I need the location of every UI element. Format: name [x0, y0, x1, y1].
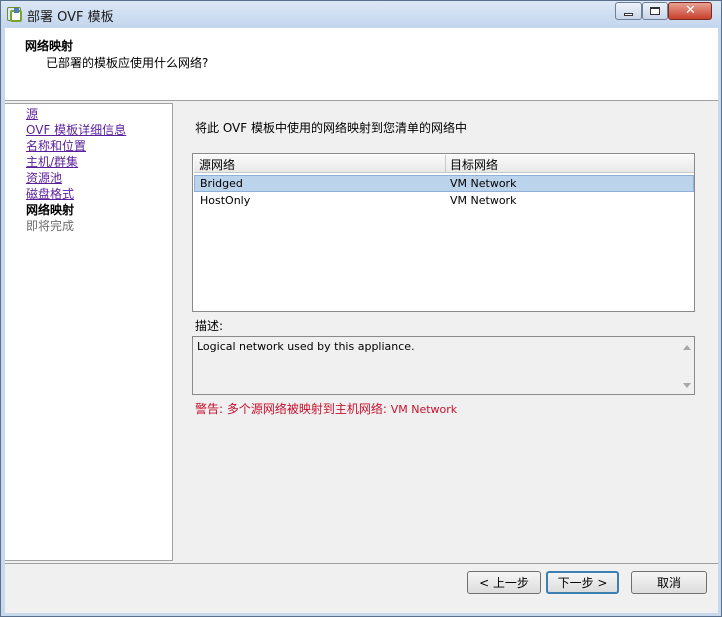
nav-step-ovf-details[interactable]: OVF 模板详细信息	[26, 123, 126, 138]
nav-step-resource-pool[interactable]: 资源池	[26, 171, 62, 186]
next-button[interactable]: 下一步 >	[546, 571, 619, 594]
page-subtitle: 已部署的模板应使用什么网络?	[46, 56, 209, 70]
window-title: 部署 OVF 模板	[27, 10, 114, 25]
minimize-button[interactable]	[615, 2, 642, 20]
source-network-cell: Bridged	[200, 177, 243, 190]
destination-network-cell[interactable]: VM Network	[450, 194, 516, 207]
column-header-source-network[interactable]: 源网络	[199, 156, 235, 173]
nav-step-disk-format[interactable]: 磁盘格式	[26, 187, 74, 202]
scroll-down-arrow-icon[interactable]	[683, 383, 691, 388]
table-row[interactable]: Bridged VM Network	[194, 175, 694, 192]
instruction-text: 将此 OVF 模板中使用的网络映射到您清单的网络中	[195, 121, 467, 135]
column-divider[interactable]	[445, 155, 446, 173]
wizard-steps-nav: 源 OVF 模板详细信息 名称和位置 主机/群集 资源池 磁盘格式 网络映射 即…	[5, 103, 173, 561]
scroll-up-arrow-icon[interactable]	[683, 345, 691, 350]
wizard-client-area: 网络映射 已部署的模板应使用什么网络? 源 OVF 模板详细信息 名称和位置 主…	[5, 28, 718, 613]
cancel-button[interactable]: 取消	[631, 571, 707, 594]
source-network-cell: HostOnly	[200, 194, 251, 207]
deploy-ovf-window: 部署 OVF 模板 ✕ 网络映射 已部署的模板应使用什么网络? 源 OVF 模板…	[0, 0, 722, 617]
table-header: 源网络 目标网络	[194, 155, 694, 173]
title-bar[interactable]: 部署 OVF 模板 ✕	[1, 1, 721, 27]
vsphere-app-icon	[7, 7, 22, 22]
nav-step-ready-to-complete: 即将完成	[26, 219, 75, 233]
wizard-header: 网络映射 已部署的模板应使用什么网络?	[5, 28, 718, 101]
table-row[interactable]: HostOnly VM Network	[194, 193, 694, 210]
nav-step-host-cluster[interactable]: 主机/群集	[26, 155, 78, 170]
nav-step-network-mapping: 网络映射	[26, 203, 75, 217]
warning-text: 警告: 多个源网络被映射到主机网络:	[195, 402, 391, 416]
minimize-icon	[624, 13, 633, 16]
description-text: Logical network used by this appliance.	[197, 340, 415, 353]
description-label: 描述:	[195, 319, 224, 333]
close-icon: ✕	[685, 3, 696, 18]
column-header-destination-network[interactable]: 目标网络	[450, 156, 498, 173]
nav-step-source[interactable]: 源	[26, 107, 38, 122]
description-box: Logical network used by this appliance.	[192, 336, 695, 395]
maximize-button[interactable]	[642, 2, 668, 20]
maximize-icon	[650, 7, 660, 15]
nav-step-name-location[interactable]: 名称和位置	[26, 139, 86, 154]
network-mapping-table[interactable]: 源网络 目标网络 Bridged VM Network HostOnly VM …	[192, 153, 695, 312]
close-button[interactable]: ✕	[668, 2, 712, 20]
warning-message: 警告: 多个源网络被映射到主机网络: VM Network	[195, 400, 457, 417]
back-button[interactable]: < 上一步	[467, 571, 541, 594]
warning-network-name: VM Network	[390, 403, 458, 416]
footer-divider	[5, 563, 718, 564]
page-title: 网络映射	[25, 39, 74, 53]
destination-network-cell[interactable]: VM Network	[450, 177, 516, 190]
